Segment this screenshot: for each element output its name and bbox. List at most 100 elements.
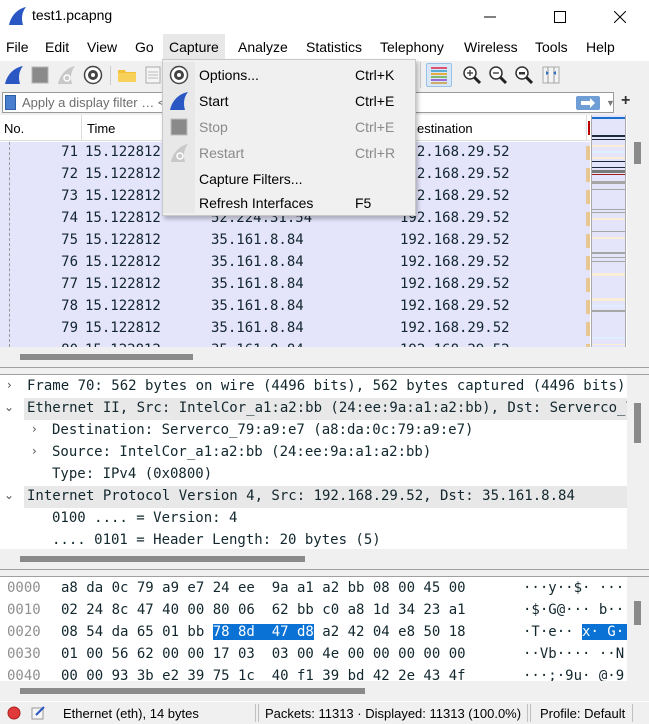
vscroll-thumb[interactable] bbox=[634, 403, 641, 443]
menu-telephony[interactable]: Telephony bbox=[378, 39, 446, 55]
menu-item-options[interactable]: Options... Ctrl+K bbox=[163, 62, 415, 88]
hscroll-thumb[interactable] bbox=[20, 688, 365, 694]
zoom-out-icon[interactable] bbox=[488, 65, 508, 85]
maximize-button[interactable] bbox=[537, 0, 583, 33]
restart-icon bbox=[171, 144, 188, 162]
packet-list-vscroll[interactable] bbox=[627, 115, 649, 347]
packet-count-text: Packets: 11313 · Displayed: 11313 (100.0… bbox=[265, 706, 522, 721]
expert-info-icon[interactable] bbox=[7, 706, 21, 720]
protocol-color-marker bbox=[586, 278, 590, 292]
ascii-text: ·$·G@··· b·· bbox=[523, 602, 625, 618]
minimap-packet-mark bbox=[592, 231, 625, 232]
menu-item-label: Capture Filters... bbox=[199, 171, 303, 187]
minimap-packet-mark bbox=[592, 212, 625, 213]
menu-statistics[interactable]: Statistics bbox=[304, 39, 364, 55]
column-header-time[interactable]: Time bbox=[87, 121, 115, 136]
profile-text[interactable]: Profile: Default bbox=[540, 706, 625, 721]
details-vscroll[interactable] bbox=[627, 375, 649, 549]
resize-columns-icon[interactable] bbox=[541, 65, 561, 85]
detail-tree-item[interactable]: › Source: IntelCor_a1:a2:bb (24:ee:9a:a1:… bbox=[0, 442, 628, 464]
add-filter-button[interactable]: + bbox=[621, 92, 630, 110]
colorize-icon bbox=[431, 67, 447, 84]
packet-time: 15.122812 bbox=[85, 144, 161, 160]
packet-minimap[interactable] bbox=[591, 115, 626, 347]
hex-dump-row[interactable]: 0010 02 24 8c 47 40 00 80 06 62 bb c0 a8 … bbox=[0, 600, 628, 622]
minimap-packet-mark bbox=[592, 135, 625, 137]
detail-tree-item[interactable]: ⌄ Internet Protocol Version 4, Src: 192.1… bbox=[4, 486, 628, 508]
hex-bytes-highlight: 78 8d 47 d8 bbox=[212, 624, 314, 640]
packet-row[interactable]: 79 15.122812 35.161.8.84 192.168.29.52 bbox=[0, 318, 590, 340]
column-header-protocol-edge[interactable] bbox=[588, 121, 590, 135]
hex-dump-row[interactable]: 0000 a8 da 0c 79 a9 e7 24 ee 9a a1 a2 bb … bbox=[0, 578, 628, 600]
expand-arrow-icon[interactable]: › bbox=[32, 444, 37, 458]
packet-row[interactable]: 77 15.122812 35.161.8.84 192.168.29.52 bbox=[0, 274, 590, 296]
status-separator bbox=[530, 704, 531, 722]
hex-dump-row[interactable]: 0030 01 00 56 62 00 00 17 03 03 00 4e 00 … bbox=[0, 644, 628, 666]
vscroll-thumb[interactable] bbox=[634, 601, 641, 625]
detail-tree-item[interactable]: › Frame 70: 562 bytes on wire (4496 bits)… bbox=[0, 376, 628, 398]
menu-file[interactable]: File bbox=[4, 39, 31, 55]
hex-dump-row[interactable]: 0020 08 54 da 65 01 bb 78 8d 47 d8 a2 42 … bbox=[0, 622, 628, 644]
status-separator bbox=[527, 704, 528, 722]
packet-src: 35.161.8.84 bbox=[211, 254, 304, 270]
menu-wireless[interactable]: Wireless bbox=[462, 39, 520, 55]
field-info-text: Ethernet (eth), 14 bytes bbox=[63, 706, 199, 721]
menu-tools[interactable]: Tools bbox=[533, 39, 570, 55]
packet-list-hscroll[interactable] bbox=[0, 347, 649, 367]
packet-no: 76 bbox=[61, 254, 78, 270]
zoom-in-icon[interactable] bbox=[462, 65, 482, 85]
title-bar: test1.pcapng bbox=[0, 0, 649, 33]
bytes-hscroll[interactable] bbox=[0, 681, 649, 701]
column-header-destination[interactable]: estination bbox=[417, 121, 473, 136]
hscroll-thumb[interactable] bbox=[20, 354, 193, 360]
menu-item-refresh-interfaces[interactable]: Refresh Interfaces F5 bbox=[163, 190, 415, 216]
menu-view[interactable]: View bbox=[85, 39, 119, 55]
menu-edit[interactable]: Edit bbox=[43, 39, 71, 55]
capture-options-icon[interactable] bbox=[83, 65, 103, 85]
expand-arrow-icon[interactable]: › bbox=[7, 378, 12, 392]
details-hscroll[interactable] bbox=[0, 549, 649, 569]
close-button[interactable] bbox=[597, 0, 643, 33]
capture-comment-icon[interactable] bbox=[31, 705, 46, 720]
bytes-vscroll[interactable] bbox=[627, 577, 649, 681]
packet-no: 74 bbox=[61, 210, 78, 226]
start-capture-icon[interactable] bbox=[4, 65, 24, 85]
packet-row[interactable]: 76 15.122812 35.161.8.84 192.168.29.52 bbox=[0, 252, 590, 274]
hex-bytes-text: 08 54 da 65 01 bb bbox=[61, 624, 213, 640]
filter-history-dropdown-icon[interactable]: ▼ bbox=[606, 98, 615, 108]
menu-go[interactable]: Go bbox=[133, 39, 156, 55]
detail-tree-item[interactable]: 0100 .... = Version: 4 bbox=[0, 508, 628, 530]
menu-analyze[interactable]: Analyze bbox=[236, 39, 290, 55]
detail-tree-item[interactable]: ⌄ Ethernet II, Src: IntelCor_a1:a2:bb (24… bbox=[4, 398, 649, 420]
detail-tree-item[interactable]: Type: IPv4 (0x0800) bbox=[0, 464, 628, 486]
vscroll-thumb[interactable] bbox=[634, 142, 641, 164]
protocol-color-marker bbox=[586, 300, 590, 314]
stop-capture-icon[interactable] bbox=[30, 65, 50, 85]
column-header-no[interactable]: No. bbox=[4, 121, 24, 136]
expand-arrow-icon[interactable]: › bbox=[32, 422, 37, 436]
minimap-packet-mark bbox=[592, 157, 625, 159]
hex-bytes: 02 24 8c 47 40 00 80 06 62 bb c0 a8 1d 3… bbox=[61, 602, 466, 618]
detail-tree-item[interactable]: › Destination: Serverco_79:a9:e7 (a8:da:0… bbox=[0, 420, 628, 442]
restart-capture-icon[interactable] bbox=[56, 65, 76, 85]
colorize-button[interactable] bbox=[426, 63, 452, 87]
collapse-arrow-icon[interactable]: ⌄ bbox=[4, 488, 14, 502]
packet-row[interactable]: 78 15.122812 35.161.8.84 192.168.29.52 bbox=[0, 296, 590, 318]
packet-row[interactable]: 8015.12281235.161.8.84192.168.29.52 bbox=[0, 340, 590, 347]
save-file-icon[interactable] bbox=[143, 65, 163, 85]
packet-row[interactable]: 75 15.122812 35.161.8.84 192.168.29.52 bbox=[0, 230, 590, 252]
open-file-icon[interactable] bbox=[117, 65, 137, 85]
detail-tree-text: .... 0101 = Header Length: 20 bytes (5) bbox=[52, 532, 381, 548]
menu-item-start[interactable]: Start Ctrl+E bbox=[163, 88, 415, 114]
apply-filter-button[interactable] bbox=[576, 96, 600, 110]
hex-bytes: a8 da 0c 79 a9 e7 24 ee 9a a1 a2 bb 08 0… bbox=[61, 580, 466, 596]
minimap-packet-mark bbox=[592, 161, 625, 162]
zoom-reset-icon[interactable] bbox=[514, 65, 534, 85]
bookmark-icon[interactable] bbox=[5, 95, 16, 110]
menu-capture[interactable]: Capture bbox=[163, 34, 225, 61]
minimize-button[interactable] bbox=[467, 0, 513, 33]
menu-help[interactable]: Help bbox=[584, 39, 617, 55]
menu-item-capture-filters[interactable]: Capture Filters... bbox=[163, 166, 415, 192]
collapse-arrow-icon[interactable]: ⌄ bbox=[4, 400, 14, 414]
hscroll-thumb[interactable] bbox=[20, 556, 305, 562]
